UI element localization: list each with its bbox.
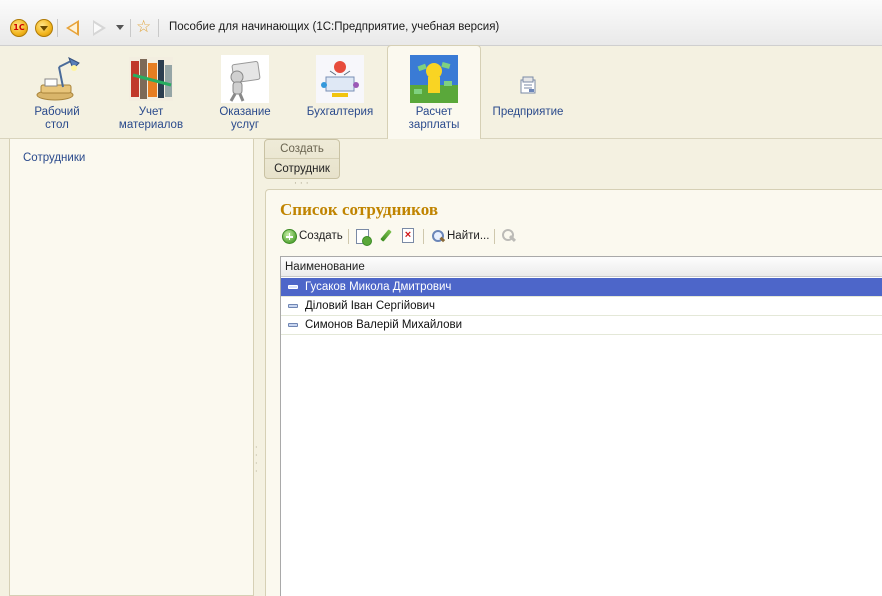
find-button[interactable]: Найти... (429, 226, 493, 246)
table-row[interactable]: Симонов Валерій Михайлови (281, 316, 882, 335)
create-button[interactable]: Создать (280, 226, 344, 246)
row-name: Гусаков Микола Дмитрович (305, 281, 452, 293)
row-name: Симонов Валерій Михайлови (305, 319, 463, 331)
section-label: Предприятие (492, 106, 564, 118)
column-header-name[interactable]: Наименование (281, 257, 882, 277)
section-label: Рабочий стол (34, 106, 80, 131)
payroll-icon (410, 55, 458, 103)
catalog-item-icon (288, 304, 298, 308)
delete-x-icon: × (402, 228, 414, 243)
find-button-label: Найти... (447, 230, 490, 242)
section-accounting[interactable]: Бухгалтерия (293, 46, 387, 138)
actions-header: Создать (265, 140, 339, 159)
section-enterprise[interactable]: Предприятие (481, 46, 575, 138)
magnifier-icon (431, 229, 445, 243)
pencil-icon (379, 229, 393, 243)
section-label: Учет материалов (118, 106, 184, 131)
create-button-label: Создать (299, 230, 343, 242)
actions-panel: Создать Сотрудник (264, 139, 340, 179)
navigation-panel: Сотрудники (9, 139, 254, 596)
page-title: Список сотрудников (280, 200, 439, 219)
main-menu-button[interactable] (35, 19, 53, 37)
sections-panel: Рабочий стол Учет материалов Оказание ус… (0, 45, 882, 139)
toolbar-separator (423, 229, 424, 244)
cancel-search-icon (501, 228, 517, 244)
copy-button[interactable] (354, 226, 372, 246)
title-bar: 1С ☆ Пособие для начинающих (1С:Предприя… (0, 0, 882, 46)
section-label: Бухгалтерия (306, 106, 374, 118)
edit-button[interactable] (377, 226, 395, 246)
materials-icon (127, 55, 175, 103)
toolbar-separator (348, 229, 349, 244)
enterprise-icon (504, 55, 552, 103)
desk-lamp-icon (33, 55, 81, 103)
section-desktop[interactable]: Рабочий стол (10, 46, 104, 138)
section-materials[interactable]: Учет материалов (104, 46, 198, 138)
panel-splitter[interactable]: · · · · (255, 444, 261, 476)
section-label: Расчет зарплаты (408, 106, 460, 131)
nav-item-employees[interactable]: Сотрудники (23, 152, 85, 164)
command-bar: Создать × Найти... (280, 226, 870, 246)
cancel-search-button[interactable] (499, 226, 519, 246)
catalog-item-icon (288, 323, 298, 327)
window-title: Пособие для начинающих (1С:Предприятие, … (169, 21, 500, 33)
accounting-icon (316, 55, 364, 103)
services-icon (221, 55, 269, 103)
toolbar-separator (158, 19, 159, 37)
toolbar-separator (130, 19, 131, 37)
forward-arrow-icon[interactable] (90, 19, 110, 37)
section-payroll[interactable]: Расчет зарплаты (387, 45, 481, 139)
back-arrow-icon[interactable] (64, 19, 84, 37)
favorites-star-icon[interactable]: ☆ (136, 17, 151, 37)
copy-icon (356, 229, 372, 246)
section-services[interactable]: Оказание услуг (198, 46, 292, 138)
table-row[interactable]: Гусаков Микола Дмитрович (281, 278, 882, 297)
section-label: Оказание услуг (219, 106, 271, 131)
employee-table: Наименование Гусаков Микола Дмитрович Ді… (280, 256, 882, 596)
app-logo-icon[interactable]: 1С (10, 19, 28, 37)
actions-splitter[interactable]: ··· (294, 179, 312, 189)
row-name: Діловий Іван Сергійович (305, 300, 436, 312)
action-create-employee[interactable]: Сотрудник (265, 160, 339, 178)
delete-button[interactable]: × (400, 226, 418, 246)
toolbar-separator (494, 229, 495, 244)
toolbar-separator (57, 19, 58, 37)
table-row[interactable]: Діловий Іван Сергійович (281, 297, 882, 316)
employee-list-form: Список сотрудников Создать × Найти... На… (265, 189, 882, 596)
add-circle-icon (282, 229, 297, 244)
catalog-item-icon (288, 285, 298, 289)
history-dropdown-icon[interactable] (116, 25, 124, 30)
